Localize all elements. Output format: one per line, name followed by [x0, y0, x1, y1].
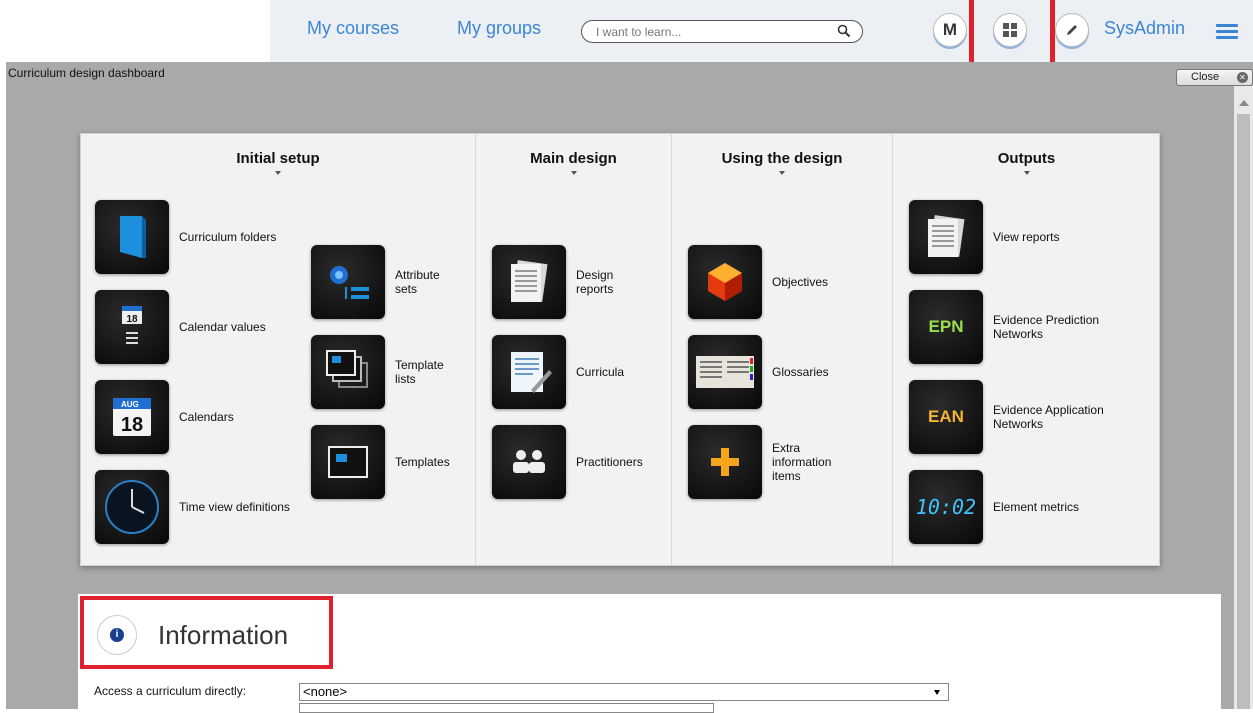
calendar-values-day: 18	[126, 314, 138, 325]
column-header: Using the design	[672, 150, 892, 175]
dropdown-triangle-icon	[275, 171, 281, 175]
tile-evidence-prediction-networks[interactable]: EPN Evidence Prediction Networks	[909, 290, 1143, 364]
digital-clock-text: 10:02	[915, 495, 977, 519]
digital-clock-icon: 10:02	[909, 470, 983, 544]
view-reports-icon	[909, 200, 983, 274]
glossary-icon	[688, 335, 762, 409]
search-placeholder: I want to learn...	[596, 25, 682, 39]
access-curriculum-label: Access a curriculum directly:	[94, 684, 247, 698]
tile-calendars[interactable]: AUG 18 Calendars	[95, 380, 299, 454]
template-lists-icon	[311, 335, 385, 409]
dropdown-triangle-icon	[779, 171, 785, 175]
epn-icon-text: EPN	[928, 317, 964, 336]
dashboard-panel: Initial setup Curriculum folders 18 Cale…	[80, 133, 1160, 566]
scrollbar-track[interactable]	[1237, 114, 1250, 709]
tile-evidence-application-networks[interactable]: EAN Evidence Application Networks	[909, 380, 1143, 454]
plus-icon	[688, 425, 762, 499]
attribute-sets-icon	[311, 245, 385, 319]
search-input[interactable]: I want to learn...	[581, 20, 863, 43]
scroll-up-arrow-icon[interactable]	[1239, 100, 1249, 106]
people-icon	[492, 425, 566, 499]
dropdown-triangle-icon	[1023, 171, 1030, 175]
column-main-design: Main design Design reports Curricula Pra…	[475, 134, 671, 565]
tile-calendar-values[interactable]: 18 Calendar values	[95, 290, 299, 364]
my-groups-link[interactable]: My groups	[457, 18, 541, 39]
column-outputs: Outputs View reports EPN Evidence Predic…	[892, 134, 1160, 565]
user-menu-link[interactable]: SysAdmin	[1104, 18, 1185, 39]
tile-design-reports[interactable]: Design reports	[492, 245, 646, 319]
dialog-title: Curriculum design dashboard	[8, 66, 165, 80]
tile-template-lists[interactable]: Template lists	[311, 335, 455, 409]
column-header: Outputs	[893, 150, 1160, 175]
tile-templates[interactable]: Templates	[311, 425, 455, 499]
access-curriculum-value: <none>	[303, 684, 348, 699]
column-initial-setup: Initial setup Curriculum folders 18 Cale…	[81, 134, 475, 565]
search-icon[interactable]	[836, 23, 852, 39]
m-button[interactable]: M	[933, 13, 967, 47]
cube-icon	[688, 245, 762, 319]
tile-curricula[interactable]: Curricula	[492, 335, 646, 409]
chevron-down-icon	[934, 690, 940, 695]
ean-icon-text: EAN	[928, 407, 964, 426]
curricula-icon	[492, 335, 566, 409]
column-using-the-design: Using the design Objectives Glossaries E…	[671, 134, 892, 565]
hamburger-menu-icon[interactable]	[1216, 24, 1238, 40]
reports-icon	[492, 245, 566, 319]
edit-button[interactable]	[1055, 13, 1089, 47]
information-highlight	[80, 596, 333, 669]
clock-icon	[95, 470, 169, 544]
tile-view-reports[interactable]: View reports	[909, 200, 1143, 274]
close-icon: ✕	[1237, 72, 1248, 83]
m-button-label: M	[942, 20, 958, 39]
tile-glossaries[interactable]: Glossaries	[688, 335, 862, 409]
tile-time-view-definitions[interactable]: Time view definitions	[95, 470, 299, 544]
folder-icon	[95, 200, 169, 274]
secondary-field[interactable]	[299, 703, 714, 713]
close-button-label: Close	[1191, 71, 1220, 83]
top-navigation-bar: My courses My groups I want to learn... …	[0, 0, 1253, 72]
epn-icon: EPN	[909, 290, 983, 364]
tile-practitioners[interactable]: Practitioners	[492, 425, 656, 499]
tile-objectives[interactable]: Objectives	[688, 245, 862, 319]
scrollbar[interactable]	[1234, 86, 1253, 709]
column-header: Main design	[476, 150, 671, 175]
dropdown-triangle-icon	[570, 171, 577, 175]
my-courses-link[interactable]: My courses	[307, 18, 399, 39]
ean-icon: EAN	[909, 380, 983, 454]
column-header: Initial setup	[81, 150, 475, 175]
calendar-icon: AUG 18	[95, 380, 169, 454]
calendar-values-icon: 18	[95, 290, 169, 364]
tile-extra-information-items[interactable]: Extra information items	[688, 425, 862, 499]
tile-element-metrics[interactable]: 10:02 Element metrics	[909, 470, 1143, 544]
access-curriculum-select[interactable]: <none>	[299, 683, 949, 701]
template-icon	[311, 425, 385, 499]
calendar-day: 18	[121, 414, 143, 436]
tile-attribute-sets[interactable]: Attribute sets	[311, 245, 455, 319]
pencil-icon	[1067, 25, 1077, 35]
tile-curriculum-folders[interactable]: Curriculum folders	[95, 200, 299, 274]
calendar-month: AUG	[121, 400, 139, 409]
close-button[interactable]: Close ✕	[1176, 69, 1253, 86]
